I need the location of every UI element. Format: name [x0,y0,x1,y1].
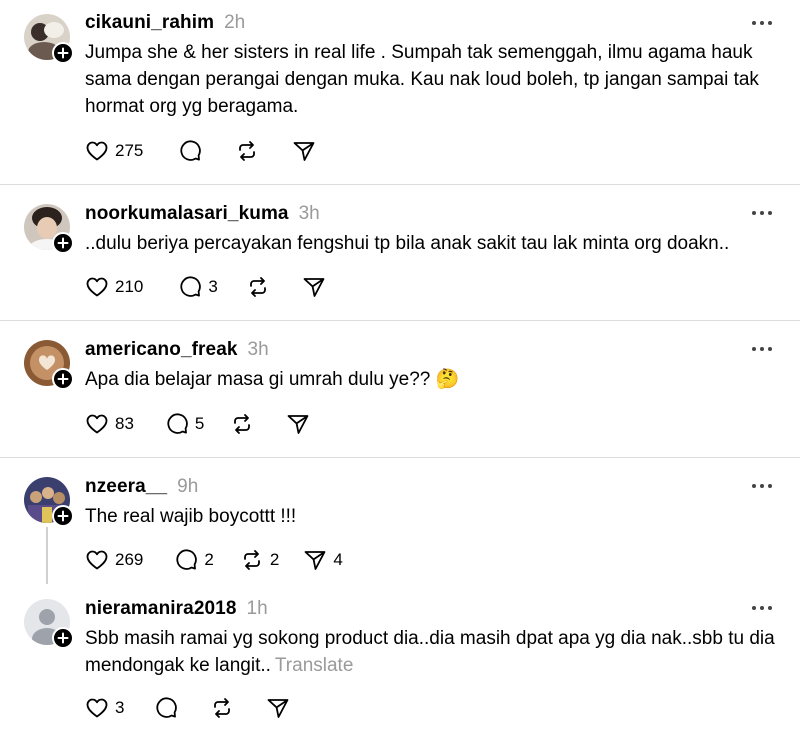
share-button[interactable] [292,139,316,163]
repost-icon [235,139,259,163]
more-icon[interactable] [751,345,773,353]
follow-plus-icon[interactable] [52,505,74,527]
repost-icon [210,696,234,720]
comment-icon [154,696,178,720]
comment-icon [178,275,202,299]
avatar[interactable] [24,14,74,64]
more-icon[interactable] [751,604,773,612]
send-icon [302,275,326,299]
heart-icon [85,275,109,299]
send-icon [286,412,310,436]
post-item: nieramanira2018 1h Sbb masih ramai yg so… [0,584,800,737]
heart-icon [85,412,109,436]
repost-icon [230,412,254,436]
timestamp: 3h [298,203,320,224]
translate-link[interactable]: Translate [275,655,354,676]
post-item: cikauni_rahim 2h Jumpa she & her sisters… [0,0,800,184]
repost-icon [246,275,270,299]
timestamp: 3h [247,339,269,360]
share-button[interactable] [302,275,326,299]
reply-button[interactable]: 2 [174,548,214,572]
repost-button[interactable] [210,696,234,720]
avatar[interactable] [24,204,74,254]
share-button[interactable]: 4 [303,548,343,572]
like-button[interactable]: 269 [85,548,143,572]
share-button[interactable] [286,412,310,436]
avatar[interactable] [24,340,74,390]
post-text-content: Sbb masih ramai yg sokong product dia..d… [85,628,775,676]
timestamp: 2h [224,12,246,33]
post-item: nzeera__ 9h The real wajib boycottt !!! … [0,458,800,584]
timestamp: 9h [177,476,199,497]
more-icon[interactable] [751,209,773,217]
reply-button[interactable] [154,696,178,720]
like-count: 269 [115,550,144,569]
post-text: Sbb masih ramai yg sokong product dia..d… [85,625,785,679]
share-button[interactable] [266,696,290,720]
like-button[interactable]: 83 [85,412,134,436]
avatar[interactable] [24,599,74,649]
comment-icon [174,548,198,572]
reply-count: 2 [204,550,214,569]
post-text: Jumpa she & her sisters in real life . S… [85,42,759,117]
like-button[interactable]: 275 [85,139,143,163]
like-count: 275 [115,141,144,160]
reply-button[interactable]: 5 [165,412,204,436]
repost-icon [240,548,264,572]
repost-button[interactable] [235,139,259,163]
username[interactable]: noorkumalasari_kuma [85,203,289,225]
post-text: Apa dia belajar masa gi umrah dulu ye?? … [85,369,460,390]
repost-button[interactable]: 2 [240,548,279,572]
like-count: 210 [115,277,144,296]
username[interactable]: nieramanira2018 [85,598,237,620]
send-icon [266,696,290,720]
post-item: americano_freak 3h Apa dia belajar masa … [0,321,800,457]
more-icon[interactable] [751,482,773,490]
post-text: ..dulu beriya percayakan fengshui tp bil… [85,233,730,254]
send-icon [292,139,316,163]
avatar[interactable] [24,477,74,527]
reply-count: 3 [208,277,218,296]
post-item: noorkumalasari_kuma 3h ..dulu beriya per… [0,185,800,320]
username[interactable]: nzeera__ [85,476,167,498]
heart-icon [85,696,109,720]
post-text: The real wajib boycottt !!! [85,506,297,527]
like-count: 3 [115,698,125,717]
follow-plus-icon[interactable] [52,232,74,254]
comment-icon [178,139,202,163]
reply-button[interactable] [178,139,202,163]
heart-icon [85,139,109,163]
timestamp: 1h [246,598,268,619]
heart-icon [85,548,109,572]
reply-count: 5 [194,414,205,433]
comment-icon [165,412,189,436]
share-count: 4 [333,550,343,569]
username[interactable]: cikauni_rahim [85,12,214,34]
more-icon[interactable] [751,19,773,27]
send-icon [303,548,327,572]
follow-plus-icon[interactable] [52,368,74,390]
username[interactable]: americano_freak [85,339,238,361]
like-count: 83 [115,414,134,433]
like-button[interactable]: 3 [85,696,124,720]
follow-plus-icon[interactable] [52,42,74,64]
repost-button[interactable] [246,275,270,299]
repost-button[interactable] [230,412,254,436]
repost-count: 2 [269,550,280,569]
like-button[interactable]: 210 [85,275,143,299]
reply-button[interactable]: 3 [178,275,218,299]
follow-plus-icon[interactable] [52,627,74,649]
